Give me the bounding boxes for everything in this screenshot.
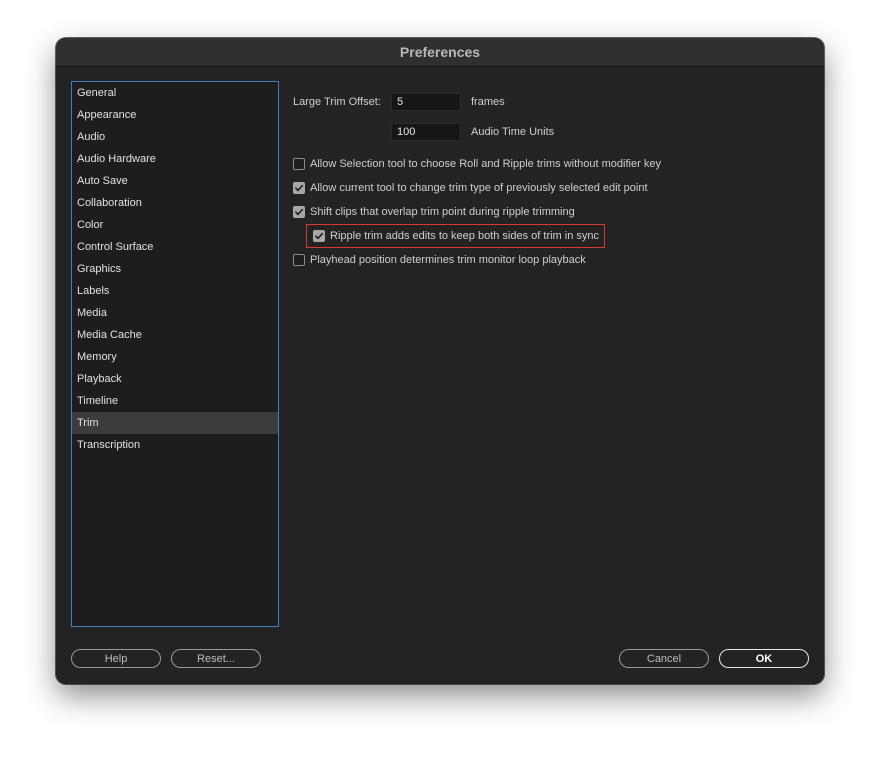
frames-unit-label: frames (471, 96, 505, 108)
frames-offset-input[interactable] (391, 93, 461, 111)
large-trim-offset-label: Large Trim Offset: (293, 96, 381, 108)
audio-time-units-row: Audio Time Units (391, 123, 554, 141)
checkmark-icon (295, 208, 304, 216)
sidebar-item-transcription[interactable]: Transcription (72, 434, 278, 456)
checkbox-unchecked[interactable] (293, 158, 305, 170)
sidebar-item-color[interactable]: Color (72, 214, 278, 236)
reset-button[interactable]: Reset... (171, 649, 261, 668)
trim-option-row[interactable]: Allow Selection tool to choose Roll and … (293, 158, 661, 170)
preferences-dialog: Preferences General Appearance Audio Audio … (56, 38, 824, 684)
trim-option-row[interactable]: Allow current tool to change trim type o… (293, 182, 648, 194)
sidebar-item-graphics[interactable]: Graphics (72, 258, 278, 280)
checkmark-icon (315, 232, 324, 240)
title-bar: Preferences (56, 38, 824, 67)
cancel-button[interactable]: Cancel (619, 649, 709, 668)
sidebar-item-appearance[interactable]: Appearance (72, 104, 278, 126)
sidebar-item-timeline[interactable]: Timeline (72, 390, 278, 412)
trim-option-row[interactable]: Shift clips that overlap trim point duri… (293, 206, 575, 218)
dialog-title: Preferences (399, 44, 481, 60)
sidebar-item-control-surface[interactable]: Control Surface (72, 236, 278, 258)
checkbox-checked[interactable] (293, 182, 305, 194)
trim-option-label: Allow current tool to change trim type o… (310, 182, 648, 194)
trim-option-label: Shift clips that overlap trim point duri… (310, 206, 575, 218)
trim-option-row[interactable]: Ripple trim adds edits to keep both side… (313, 230, 599, 242)
trim-option-label: Allow Selection tool to choose Roll and … (310, 158, 661, 170)
audio-time-units-input[interactable] (391, 123, 461, 141)
preferences-category-list[interactable]: General Appearance Audio Audio Hardware Auto… (71, 81, 279, 627)
trim-option-label: Ripple trim adds edits to keep both side… (330, 230, 600, 242)
ok-button[interactable]: OK (719, 649, 809, 668)
sidebar-item-media[interactable]: Media (72, 302, 278, 324)
trim-option-label: Playhead position determines trim monito… (310, 254, 586, 266)
sidebar-item-audio[interactable]: Audio (72, 126, 278, 148)
large-trim-offset-row: Large Trim Offset: frames (293, 93, 505, 111)
sidebar-item-audio-hardware[interactable]: Audio Hardware (72, 148, 278, 170)
checkbox-checked[interactable] (293, 206, 305, 218)
checkbox-unchecked[interactable] (293, 254, 305, 266)
sidebar-item-memory[interactable]: Memory (72, 346, 278, 368)
checkbox-checked[interactable] (313, 230, 325, 242)
sidebar-item-general[interactable]: General (72, 82, 278, 104)
checkmark-icon (295, 184, 304, 192)
sidebar-item-media-cache[interactable]: Media Cache (72, 324, 278, 346)
sidebar-item-labels[interactable]: Labels (72, 280, 278, 302)
sidebar-item-trim[interactable]: Trim (72, 412, 278, 434)
audio-time-units-label: Audio Time Units (471, 126, 555, 138)
sidebar-item-playback[interactable]: Playback (72, 368, 278, 390)
sidebar-item-collaboration[interactable]: Collaboration (72, 192, 278, 214)
sidebar-item-auto-save[interactable]: Auto Save (72, 170, 278, 192)
help-button[interactable]: Help (71, 649, 161, 668)
trim-option-row[interactable]: Playhead position determines trim monito… (293, 254, 586, 266)
